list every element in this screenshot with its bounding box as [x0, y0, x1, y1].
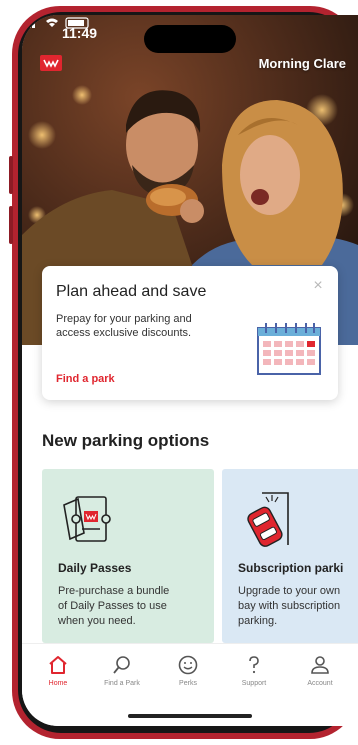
camera-notch	[144, 25, 236, 53]
nav-perks[interactable]: Perks	[158, 654, 218, 687]
question-icon	[249, 656, 259, 674]
nav-home-label: Home	[48, 680, 68, 687]
phone-side-button	[9, 206, 13, 244]
smiley-icon	[178, 655, 198, 675]
account-icon	[311, 656, 329, 674]
home-indicator	[128, 714, 252, 718]
phone-side-button	[9, 156, 13, 194]
home-icon	[49, 656, 67, 674]
daily-passes-title: Daily Passes	[58, 561, 132, 575]
daily-passes-card[interactable]: Daily Passes Pre-purchase a bundle of Da…	[42, 469, 214, 643]
find-a-park-link[interactable]: Find a park	[56, 373, 115, 385]
nav-account[interactable]: Account	[290, 654, 350, 687]
greeting: Morning Clare	[258, 56, 346, 71]
bottom-nav: Home Find a Park Perks Support Account	[22, 643, 358, 726]
subscription-parking-title: Subscription parki	[238, 561, 344, 575]
nav-home[interactable]: Home	[28, 654, 88, 687]
subscription-parking-card[interactable]: Subscription parki Upgrade to your own b…	[222, 469, 358, 643]
nav-find-a-park-label: Find a Park	[104, 680, 140, 687]
nav-perks-label: Perks	[179, 680, 197, 687]
ticket-icon	[63, 496, 111, 542]
car-bay-icon	[247, 492, 289, 547]
promo-description: Prepay for your parking and access exclu…	[56, 313, 192, 339]
search-icon	[113, 656, 130, 674]
daily-passes-description: Pre-purchase a bundle of Daily Passes to…	[58, 585, 170, 627]
subscription-parking-description: Upgrade to your own bay with subscriptio…	[238, 585, 341, 627]
close-icon[interactable]: ×	[310, 278, 326, 294]
promo-card: Plan ahead and save × Prepay for your pa…	[42, 266, 338, 400]
status-icons	[24, 17, 89, 29]
calendar-icon	[257, 323, 321, 375]
promo-title: Plan ahead and save	[56, 283, 207, 300]
section-title: New parking options	[42, 431, 210, 450]
app-screen: 11:49 Morning Clare Plan ahead and save …	[22, 15, 358, 726]
nav-account-label: Account	[307, 680, 333, 687]
nav-find-a-park[interactable]: Find a Park	[92, 654, 152, 687]
nav-support[interactable]: Support	[224, 654, 284, 687]
brand-logo	[40, 55, 62, 71]
nav-support-label: Support	[241, 680, 267, 687]
